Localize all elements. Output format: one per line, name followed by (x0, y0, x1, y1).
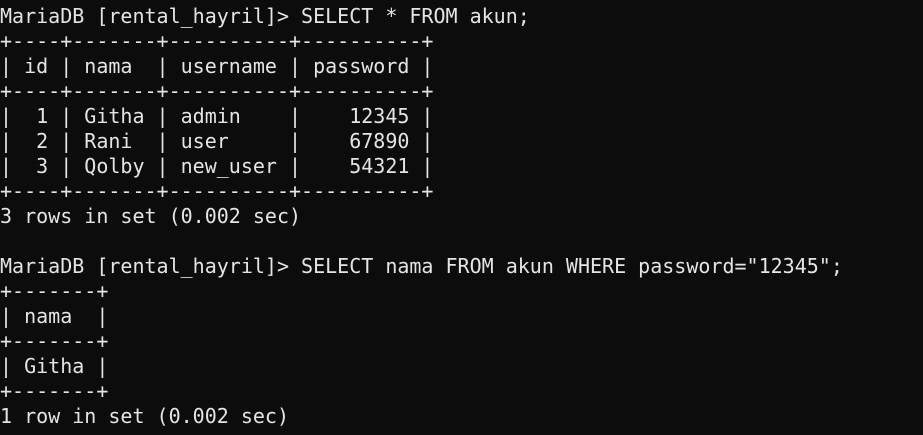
table-row: | 1 | Githa | admin | 12345 | (0, 104, 434, 128)
table-border: +-------+ (0, 279, 109, 303)
terminal-window[interactable]: MariaDB [rental_hayril]> SELECT * FROM a… (0, 0, 923, 435)
table-border: +-------+ (0, 329, 109, 353)
table-row: | 3 | Qolby | new_user | 54321 | (0, 154, 434, 178)
table-row: | Githa | (0, 354, 109, 378)
table-border: +-------+ (0, 379, 109, 403)
table-header-row: | id | nama | username | password | (0, 54, 434, 78)
prompt-line: MariaDB [rental_hayril]> SELECT nama FRO… (0, 254, 843, 278)
result-summary: 1 row in set (0.002 sec) (0, 404, 289, 428)
table-border: +----+-------+----------+----------+ (0, 79, 434, 103)
table-row: | 2 | Rani | user | 67890 | (0, 129, 434, 153)
result-summary: 3 rows in set (0.002 sec) (0, 204, 302, 228)
prompt-line: MariaDB [rental_hayril]> SELECT * FROM a… (0, 4, 530, 28)
table-header-row: | nama | (0, 304, 109, 328)
table-border: +----+-------+----------+----------+ (0, 29, 434, 53)
table-border: +----+-------+----------+----------+ (0, 179, 434, 203)
